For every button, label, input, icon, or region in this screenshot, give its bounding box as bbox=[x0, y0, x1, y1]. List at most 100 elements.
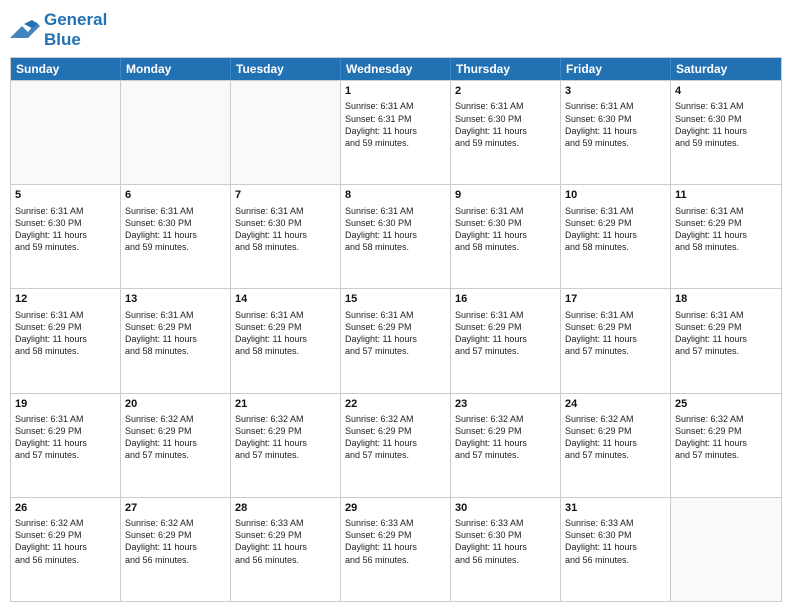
day-info: Sunrise: 6:31 AM Sunset: 6:30 PM Dayligh… bbox=[125, 205, 226, 254]
day-info: Sunrise: 6:31 AM Sunset: 6:29 PM Dayligh… bbox=[675, 309, 777, 358]
day-info: Sunrise: 6:31 AM Sunset: 6:29 PM Dayligh… bbox=[565, 309, 666, 358]
day-cell-25: 25 Sunrise: 6:32 AM Sunset: 6:29 PM Dayli… bbox=[671, 394, 781, 497]
day-info: Sunrise: 6:31 AM Sunset: 6:30 PM Dayligh… bbox=[345, 205, 446, 254]
day-number: 27 bbox=[125, 501, 226, 515]
day-cell-14: 14 Sunrise: 6:31 AM Sunset: 6:29 PM Dayli… bbox=[231, 289, 341, 392]
day-info: Sunrise: 6:33 AM Sunset: 6:29 PM Dayligh… bbox=[235, 517, 336, 566]
calendar-body: 1 Sunrise: 6:31 AM Sunset: 6:31 PM Daylig… bbox=[11, 80, 781, 601]
calendar: SundayMondayTuesdayWednesdayThursdayFrid… bbox=[10, 57, 782, 602]
day-number: 18 bbox=[675, 292, 777, 306]
logo-text: General Blue bbox=[44, 10, 107, 49]
day-info: Sunrise: 6:32 AM Sunset: 6:29 PM Dayligh… bbox=[125, 517, 226, 566]
day-number: 25 bbox=[675, 397, 777, 411]
page: General Blue SundayMondayTuesdayWednesda… bbox=[0, 0, 792, 612]
day-info: Sunrise: 6:32 AM Sunset: 6:29 PM Dayligh… bbox=[455, 413, 556, 462]
calendar-row-0: 1 Sunrise: 6:31 AM Sunset: 6:31 PM Daylig… bbox=[11, 80, 781, 184]
day-number: 23 bbox=[455, 397, 556, 411]
day-number: 1 bbox=[345, 84, 446, 98]
day-number: 14 bbox=[235, 292, 336, 306]
day-number: 29 bbox=[345, 501, 446, 515]
day-info: Sunrise: 6:31 AM Sunset: 6:29 PM Dayligh… bbox=[675, 205, 777, 254]
day-number: 31 bbox=[565, 501, 666, 515]
day-info: Sunrise: 6:31 AM Sunset: 6:29 PM Dayligh… bbox=[565, 205, 666, 254]
day-cell-4: 4Sunrise: 6:31 AM Sunset: 6:30 PM Daylig… bbox=[671, 81, 781, 184]
day-cell-7: 7 Sunrise: 6:31 AM Sunset: 6:30 PM Daylig… bbox=[231, 185, 341, 288]
day-cell-30: 30Sunrise: 6:33 AM Sunset: 6:30 PM Dayli… bbox=[451, 498, 561, 601]
day-info: Sunrise: 6:31 AM Sunset: 6:29 PM Dayligh… bbox=[15, 413, 116, 462]
day-cell-1: 1 Sunrise: 6:31 AM Sunset: 6:31 PM Daylig… bbox=[341, 81, 451, 184]
day-number: 15 bbox=[345, 292, 446, 306]
day-cell-10: 10 Sunrise: 6:31 AM Sunset: 6:29 PM Dayli… bbox=[561, 185, 671, 288]
day-info: Sunrise: 6:31 AM Sunset: 6:30 PM Dayligh… bbox=[455, 100, 556, 149]
day-cell-12: 12 Sunrise: 6:31 AM Sunset: 6:29 PM Dayli… bbox=[11, 289, 121, 392]
day-info: Sunrise: 6:31 AM Sunset: 6:29 PM Dayligh… bbox=[455, 309, 556, 358]
day-number: 22 bbox=[345, 397, 446, 411]
day-info: Sunrise: 6:31 AM Sunset: 6:29 PM Dayligh… bbox=[125, 309, 226, 358]
empty-cell-4-6 bbox=[671, 498, 781, 601]
day-info: Sunrise: 6:32 AM Sunset: 6:29 PM Dayligh… bbox=[565, 413, 666, 462]
day-info: Sunrise: 6:31 AM Sunset: 6:29 PM Dayligh… bbox=[345, 309, 446, 358]
day-number: 19 bbox=[15, 397, 116, 411]
day-cell-2: 2 Sunrise: 6:31 AM Sunset: 6:30 PM Daylig… bbox=[451, 81, 561, 184]
calendar-row-3: 19 Sunrise: 6:31 AM Sunset: 6:29 PM Dayli… bbox=[11, 393, 781, 497]
logo-icon bbox=[10, 18, 40, 42]
day-info: Sunrise: 6:31 AM Sunset: 6:30 PM Dayligh… bbox=[455, 205, 556, 254]
day-cell-20: 20Sunrise: 6:32 AM Sunset: 6:29 PM Dayli… bbox=[121, 394, 231, 497]
day-cell-17: 17 Sunrise: 6:31 AM Sunset: 6:29 PM Dayli… bbox=[561, 289, 671, 392]
day-number: 8 bbox=[345, 188, 446, 202]
day-cell-18: 18 Sunrise: 6:31 AM Sunset: 6:29 PM Dayli… bbox=[671, 289, 781, 392]
day-number: 30 bbox=[455, 501, 556, 515]
day-number: 17 bbox=[565, 292, 666, 306]
calendar-row-1: 5 Sunrise: 6:31 AM Sunset: 6:30 PM Daylig… bbox=[11, 184, 781, 288]
day-info: Sunrise: 6:33 AM Sunset: 6:30 PM Dayligh… bbox=[565, 517, 666, 566]
empty-cell-0-2 bbox=[231, 81, 341, 184]
day-info: Sunrise: 6:31 AM Sunset: 6:29 PM Dayligh… bbox=[235, 309, 336, 358]
day-cell-19: 19 Sunrise: 6:31 AM Sunset: 6:29 PM Dayli… bbox=[11, 394, 121, 497]
logo: General Blue bbox=[10, 10, 107, 49]
logo-general: General bbox=[44, 10, 107, 29]
day-cell-3: 3Sunrise: 6:31 AM Sunset: 6:30 PM Daylig… bbox=[561, 81, 671, 184]
header-day-thursday: Thursday bbox=[451, 58, 561, 80]
day-info: Sunrise: 6:31 AM Sunset: 6:30 PM Dayligh… bbox=[235, 205, 336, 254]
day-number: 9 bbox=[455, 188, 556, 202]
day-cell-22: 22 Sunrise: 6:32 AM Sunset: 6:29 PM Dayli… bbox=[341, 394, 451, 497]
day-cell-31: 31 Sunrise: 6:33 AM Sunset: 6:30 PM Dayli… bbox=[561, 498, 671, 601]
day-cell-9: 9 Sunrise: 6:31 AM Sunset: 6:30 PM Daylig… bbox=[451, 185, 561, 288]
day-cell-5: 5 Sunrise: 6:31 AM Sunset: 6:30 PM Daylig… bbox=[11, 185, 121, 288]
day-cell-11: 11 Sunrise: 6:31 AM Sunset: 6:29 PM Dayli… bbox=[671, 185, 781, 288]
day-info: Sunrise: 6:31 AM Sunset: 6:31 PM Dayligh… bbox=[345, 100, 446, 149]
day-cell-13: 13Sunrise: 6:31 AM Sunset: 6:29 PM Dayli… bbox=[121, 289, 231, 392]
day-info: Sunrise: 6:31 AM Sunset: 6:30 PM Dayligh… bbox=[565, 100, 666, 149]
day-info: Sunrise: 6:32 AM Sunset: 6:29 PM Dayligh… bbox=[235, 413, 336, 462]
calendar-header: SundayMondayTuesdayWednesdayThursdayFrid… bbox=[11, 58, 781, 80]
day-number: 10 bbox=[565, 188, 666, 202]
day-info: Sunrise: 6:32 AM Sunset: 6:29 PM Dayligh… bbox=[675, 413, 777, 462]
header-day-saturday: Saturday bbox=[671, 58, 781, 80]
day-cell-27: 27 Sunrise: 6:32 AM Sunset: 6:29 PM Dayli… bbox=[121, 498, 231, 601]
header-day-friday: Friday bbox=[561, 58, 671, 80]
day-cell-8: 8 Sunrise: 6:31 AM Sunset: 6:30 PM Daylig… bbox=[341, 185, 451, 288]
day-number: 5 bbox=[15, 188, 116, 202]
empty-cell-0-0 bbox=[11, 81, 121, 184]
day-cell-26: 26Sunrise: 6:32 AM Sunset: 6:29 PM Dayli… bbox=[11, 498, 121, 601]
day-number: 2 bbox=[455, 84, 556, 98]
day-number: 12 bbox=[15, 292, 116, 306]
day-cell-16: 16Sunrise: 6:31 AM Sunset: 6:29 PM Dayli… bbox=[451, 289, 561, 392]
header-day-monday: Monday bbox=[121, 58, 231, 80]
day-number: 4 bbox=[675, 84, 777, 98]
calendar-row-2: 12 Sunrise: 6:31 AM Sunset: 6:29 PM Dayli… bbox=[11, 288, 781, 392]
day-info: Sunrise: 6:31 AM Sunset: 6:29 PM Dayligh… bbox=[15, 309, 116, 358]
day-number: 6 bbox=[125, 188, 226, 202]
day-number: 11 bbox=[675, 188, 777, 202]
day-number: 26 bbox=[15, 501, 116, 515]
day-number: 21 bbox=[235, 397, 336, 411]
day-info: Sunrise: 6:33 AM Sunset: 6:29 PM Dayligh… bbox=[345, 517, 446, 566]
day-cell-28: 28Sunrise: 6:33 AM Sunset: 6:29 PM Dayli… bbox=[231, 498, 341, 601]
day-info: Sunrise: 6:31 AM Sunset: 6:30 PM Dayligh… bbox=[15, 205, 116, 254]
day-info: Sunrise: 6:32 AM Sunset: 6:29 PM Dayligh… bbox=[345, 413, 446, 462]
day-number: 7 bbox=[235, 188, 336, 202]
calendar-row-4: 26 Sunrise: 6:32 AM Sunset: 6:29 PM Dayli… bbox=[11, 497, 781, 601]
header-day-wednesday: Wednesday bbox=[341, 58, 451, 80]
day-cell-24: 24Sunrise: 6:32 AM Sunset: 6:29 PM Dayli… bbox=[561, 394, 671, 497]
day-cell-15: 15 Sunrise: 6:31 AM Sunset: 6:29 PM Dayli… bbox=[341, 289, 451, 392]
